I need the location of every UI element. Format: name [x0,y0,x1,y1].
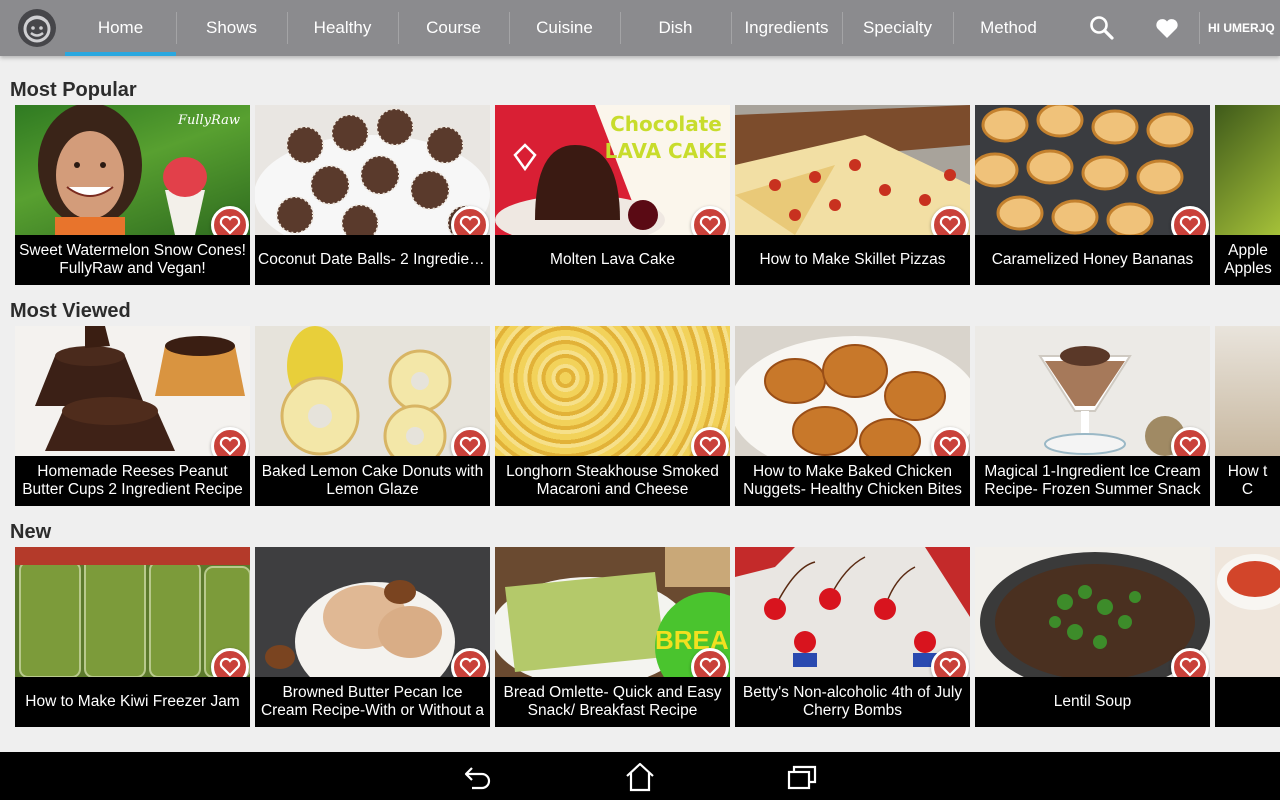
tab-specialty[interactable]: Specialty [842,0,953,56]
recipe-title: How to Make Kiwi Freezer Jam [15,677,250,727]
recipe-card[interactable] [1215,547,1280,727]
recipe-card[interactable]: Betty's Non-alcoholic 4th of July Cherry… [735,547,970,727]
heart-icon [459,215,481,235]
recipe-card[interactable]: How t C [1215,326,1280,506]
recipe-title [1215,677,1280,727]
recipe-image [1215,326,1280,456]
recipe-title: Longhorn Steakhouse Smoked Macaroni and … [495,456,730,506]
recipe-card[interactable]: Homemade Reeses Peanut Butter Cups 2 Ing… [15,326,250,506]
tab-course[interactable]: Course [398,0,509,56]
recipe-title: How t C [1215,456,1280,506]
recipe-card[interactable]: Lentil Soup [975,547,1210,727]
recipe-title: How to Make Skillet Pizzas [735,235,970,285]
section-title-new: New [10,521,52,543]
tab-home[interactable]: Home [65,0,176,56]
row-most-popular: FullyRaw Sweet Watermelon Snow Cones! Fu… [15,105,1280,285]
recipe-card[interactable]: BREA Bread Omlette- Quick and Easy Snack… [495,547,730,727]
recipe-title: Betty's Non-alcoholic 4th of July Cherry… [735,677,970,727]
heart-icon [939,436,961,456]
smiley-logo-icon[interactable] [18,9,56,47]
recipe-card[interactable]: Browned Butter Pecan Ice Cream Recipe-Wi… [255,547,490,727]
heart-icon [939,215,961,235]
recipe-card[interactable]: Caramelized Honey Bananas [975,105,1210,285]
recipe-card[interactable]: Apple Apples [1215,105,1280,285]
heart-icon[interactable] [1153,14,1181,42]
recipe-card[interactable]: How to Make Skillet Pizzas [735,105,970,285]
recipe-image [1215,547,1280,677]
recipe-card[interactable]: FullyRaw Sweet Watermelon Snow Cones! Fu… [15,105,250,285]
recipe-title: Sweet Watermelon Snow Cones! FullyRaw an… [15,235,250,285]
recipe-title: Molten Lava Cake [495,235,730,285]
divider [1199,12,1200,44]
row-most-viewed: Homemade Reeses Peanut Butter Cups 2 Ing… [15,326,1280,506]
recipe-title: Browned Butter Pecan Ice Cream Recipe-Wi… [255,677,490,727]
user-greeting[interactable]: HI UMERJQ [1208,0,1280,56]
home-icon[interactable] [624,762,656,792]
recipe-card[interactable]: Longhorn Steakhouse Smoked Macaroni and … [495,326,730,506]
section-title-most-viewed: Most Viewed [10,300,131,322]
heart-icon [1179,657,1201,677]
recipe-title: Bread Omlette- Quick and Easy Snack/ Bre… [495,677,730,727]
heart-icon [459,657,481,677]
recipe-title: Lentil Soup [975,677,1210,727]
row-new: How to Make Kiwi Freezer Jam Browned But… [15,547,1280,727]
heart-icon [1179,215,1201,235]
app-bar: Home Shows Healthy Course Cuisine Dish I… [0,0,1280,56]
tab-dish[interactable]: Dish [620,0,731,56]
recipe-image [1215,105,1280,235]
heart-icon [459,436,481,456]
recipe-title: Caramelized Honey Bananas [975,235,1210,285]
recipe-title: Apple Apples [1215,235,1280,285]
back-icon[interactable] [462,762,494,792]
recipe-title: Coconut Date Balls- 2 Ingredient… [255,235,490,285]
tab-ingredients[interactable]: Ingredients [731,0,842,56]
section-title-most-popular: Most Popular [10,79,137,101]
tab-shows[interactable]: Shows [176,0,287,56]
category-tabs: Home Shows Healthy Course Cuisine Dish I… [65,0,1064,56]
heart-icon [219,436,241,456]
heart-icon [219,215,241,235]
tab-healthy[interactable]: Healthy [287,0,398,56]
heart-icon [699,436,721,456]
recipe-card[interactable]: Chocolate LAVA CAKE Molten Lava Cake [495,105,730,285]
recipe-card[interactable]: Baked Lemon Cake Donuts with Lemon Glaze [255,326,490,506]
recent-apps-icon[interactable] [786,762,818,792]
recipe-title: How to Make Baked Chicken Nuggets- Healt… [735,456,970,506]
recipe-card[interactable]: Magical 1-Ingredient Ice Cream Recipe- F… [975,326,1210,506]
heart-icon [939,657,961,677]
tab-method[interactable]: Method [953,0,1064,56]
recipe-title: Baked Lemon Cake Donuts with Lemon Glaze [255,456,490,506]
heart-icon [699,215,721,235]
heart-icon [699,657,721,677]
system-navigation-bar [0,752,1280,800]
search-icon[interactable] [1088,14,1116,42]
recipe-card[interactable]: How to Make Baked Chicken Nuggets- Healt… [735,326,970,506]
recipe-card[interactable]: How to Make Kiwi Freezer Jam [15,547,250,727]
image-overlay-text: FullyRaw [177,113,240,128]
heart-icon [219,657,241,677]
image-overlay-text: Chocolate LAVA CAKE [604,112,728,163]
tab-cuisine[interactable]: Cuisine [509,0,620,56]
recipe-title: Homemade Reeses Peanut Butter Cups 2 Ing… [15,456,250,506]
recipe-card[interactable]: Coconut Date Balls- 2 Ingredient… [255,105,490,285]
recipe-title: Magical 1-Ingredient Ice Cream Recipe- F… [975,456,1210,506]
heart-icon [1179,436,1201,456]
